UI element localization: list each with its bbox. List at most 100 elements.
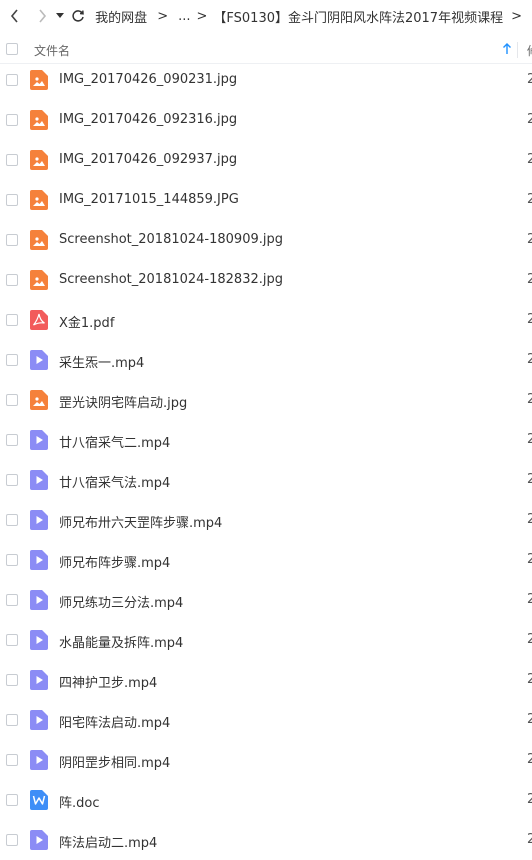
file-row[interactable]: 师兄练功三分法.mp4 2 [0,580,532,620]
video-file-icon [30,670,48,690]
file-row[interactable]: 阳宅阵法启动.mp4 2 [0,700,532,740]
file-modified-date: 2 [527,152,532,167]
pdf-file-icon [30,310,48,330]
file-name[interactable]: 采生炁一.mp4 [59,352,144,371]
file-row[interactable]: 阵法启动二.mp4 2 [0,820,532,860]
sort-ascending-icon[interactable] [502,42,512,56]
row-checkbox[interactable] [6,474,18,486]
file-modified-date: 2 [527,552,532,567]
file-row[interactable]: IMG_20170426_092316.jpg 2 [0,100,532,140]
history-dropdown-button[interactable] [53,4,67,28]
file-name[interactable]: IMG_20170426_090231.jpg [59,72,237,87]
row-checkbox[interactable] [6,794,18,806]
file-modified-date: 2 [527,312,532,327]
file-name[interactable]: IMG_20170426_092316.jpg [59,112,237,127]
refresh-button[interactable] [68,4,90,28]
file-name[interactable]: Screenshot_20181024-182832.jpg [59,272,283,287]
word-document-icon [30,790,48,810]
row-checkbox[interactable] [6,594,18,606]
file-name[interactable]: 阴阳罡步相同.mp4 [59,752,170,771]
file-name[interactable]: IMG_20170426_092937.jpg [59,152,237,167]
file-row[interactable]: 廿八宿采气法.mp4 2 [0,460,532,500]
select-all-checkbox[interactable] [6,43,18,55]
forward-button[interactable] [32,4,54,28]
row-checkbox[interactable] [6,314,18,326]
file-row[interactable]: 廿八宿采气二.mp4 2 [0,420,532,460]
video-file-icon [30,590,48,610]
video-file-icon [30,750,48,770]
file-row[interactable]: 水晶能量及拆阵.mp4 2 [0,620,532,660]
file-row[interactable]: IMG_20170426_090231.jpg 2 [0,60,532,100]
breadcrumb-ellipsis[interactable]: ... [178,9,190,24]
file-modified-date: 2 [527,72,532,87]
file-row[interactable]: 师兄布阵步骤.mp4 2 [0,540,532,580]
file-modified-date: 2 [527,112,532,127]
file-name[interactable]: 阵法启动二.mp4 [59,832,157,851]
file-name[interactable]: 师兄布阵步骤.mp4 [59,552,170,571]
caret-down-icon [56,13,65,18]
row-checkbox[interactable] [6,514,18,526]
breadcrumb-root[interactable]: 我的网盘 [95,7,147,26]
file-row[interactable]: X金1.pdf 2 [0,300,532,340]
file-name[interactable]: 水晶能量及拆阵.mp4 [59,632,183,651]
row-checkbox[interactable] [6,394,18,406]
file-name[interactable]: 师兄布卅六天罡阵步骤.mp4 [59,512,222,531]
video-file-icon [30,630,48,650]
row-checkbox[interactable] [6,674,18,686]
video-file-icon [30,470,48,490]
file-name[interactable]: IMG_20171015_144859.JPG [59,192,239,207]
back-button[interactable] [4,4,26,28]
file-modified-date: 2 [527,672,532,687]
row-checkbox[interactable] [6,714,18,726]
row-checkbox[interactable] [6,434,18,446]
row-checkbox[interactable] [6,634,18,646]
image-file-icon [30,190,48,210]
file-row[interactable]: 罡光诀阴宅阵启动.jpg 2 [0,380,532,420]
file-name[interactable]: Screenshot_20181024-180909.jpg [59,232,283,247]
file-modified-date: 2 [527,432,532,447]
row-checkbox[interactable] [6,234,18,246]
chevron-left-icon [10,9,18,23]
file-row[interactable]: IMG_20170426_092937.jpg 2 [0,140,532,180]
file-modified-date: 2 [527,352,532,367]
file-row[interactable]: 师兄布卅六天罡阵步骤.mp4 2 [0,500,532,540]
video-file-icon [30,510,48,530]
file-modified-date: 2 [527,752,532,767]
file-row[interactable]: 阵.doc 2 [0,780,532,820]
file-row[interactable]: 阴阳罡步相同.mp4 2 [0,740,532,780]
row-checkbox[interactable] [6,834,18,846]
file-name[interactable]: 阵.doc [59,792,100,811]
column-header-modified[interactable]: 修 [527,42,532,59]
chevron-right-icon [39,9,47,23]
file-modified-date: 2 [527,232,532,247]
file-modified-date: 2 [527,592,532,607]
file-row[interactable]: 采生炁一.mp4 2 [0,340,532,380]
file-name[interactable]: 四神护卫步.mp4 [59,672,157,691]
video-file-icon [30,350,48,370]
file-name[interactable]: 师兄练功三分法.mp4 [59,592,183,611]
video-file-icon [30,550,48,570]
row-checkbox[interactable] [6,114,18,126]
file-name[interactable]: 廿八宿采气二.mp4 [59,432,170,451]
file-row[interactable]: Screenshot_20181024-182832.jpg 2 [0,260,532,300]
row-checkbox[interactable] [6,354,18,366]
column-divider[interactable] [517,42,518,58]
file-name[interactable]: 廿八宿采气法.mp4 [59,472,170,491]
row-checkbox[interactable] [6,194,18,206]
file-row[interactable]: Screenshot_20181024-180909.jpg 2 [0,220,532,260]
file-name[interactable]: X金1.pdf [59,312,114,331]
row-checkbox[interactable] [6,754,18,766]
breadcrumb-current-folder[interactable]: 【FS0130】金斗门阴阳风水阵法2017年视频课程 [213,7,503,26]
file-name[interactable]: 阳宅阵法启动.mp4 [59,712,170,731]
navigation-bar: 我的网盘 > ... > 【FS0130】金斗门阴阳风水阵法2017年视频课程 … [0,0,532,32]
row-checkbox[interactable] [6,74,18,86]
row-checkbox[interactable] [6,554,18,566]
column-header-filename[interactable]: 文件名 [34,42,70,59]
row-checkbox[interactable] [6,154,18,166]
row-checkbox[interactable] [6,274,18,286]
file-row[interactable]: 四神护卫步.mp4 2 [0,660,532,700]
file-name[interactable]: 罡光诀阴宅阵启动.jpg [59,392,187,411]
file-row[interactable]: IMG_20171015_144859.JPG 2 [0,180,532,220]
refresh-icon [72,10,85,22]
image-file-icon [30,110,48,130]
